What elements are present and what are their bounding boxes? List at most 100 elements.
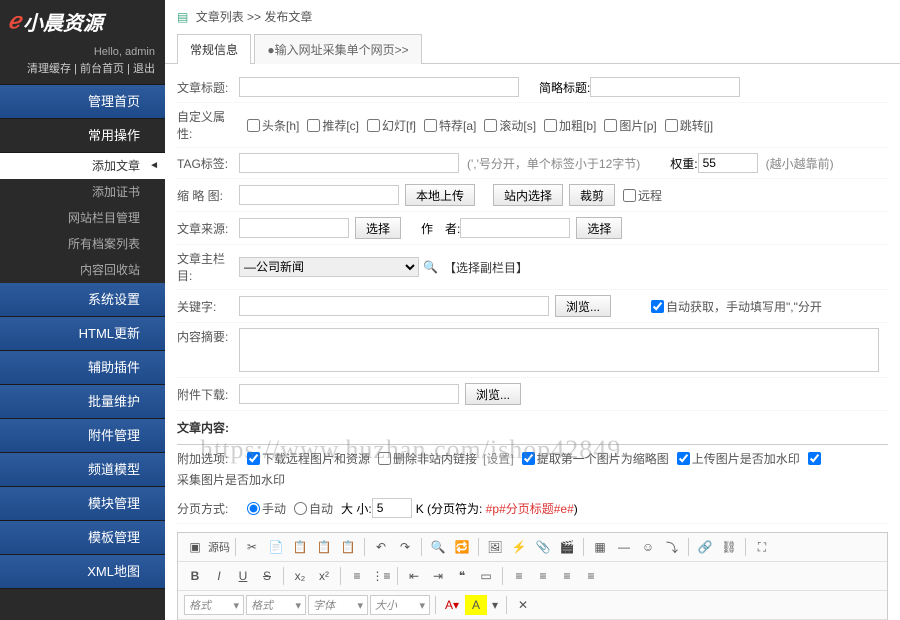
magnifier-icon[interactable]: 🔍 [423, 260, 438, 274]
chk-jump[interactable] [665, 119, 678, 132]
keywords-input[interactable] [239, 296, 549, 316]
src-icon[interactable]: ▣ [184, 537, 206, 557]
nav-plugin[interactable]: 辅助插件 [0, 351, 165, 385]
tag-input[interactable] [239, 153, 459, 173]
summary-input[interactable] [239, 328, 879, 372]
nav-system[interactable]: 系统设置 [0, 283, 165, 317]
nav-common[interactable]: 常用操作 [0, 119, 165, 153]
nav-html[interactable]: HTML更新 [0, 317, 165, 351]
cut-icon[interactable]: ✂ [241, 537, 263, 557]
chk-slide[interactable] [367, 119, 380, 132]
nav-batch[interactable]: 批量维护 [0, 385, 165, 419]
nav-home[interactable]: 管理首页 [0, 85, 165, 119]
sub-column-mgmt[interactable]: 网站栏目管理 [0, 205, 165, 231]
bgcolor-icon[interactable]: A [465, 595, 487, 615]
chk-upload-water[interactable] [677, 452, 690, 465]
removeformat-icon[interactable]: ✕ [512, 595, 534, 615]
paste-word-icon[interactable]: 📋 [337, 537, 359, 557]
tab-general[interactable]: 常规信息 [177, 34, 251, 64]
table-icon[interactable]: ▦ [589, 537, 611, 557]
bgcolor-arrow[interactable]: ▾ [489, 595, 501, 615]
find-icon[interactable]: 🔍 [427, 537, 449, 557]
link-del-set[interactable]: [设置] [483, 450, 514, 467]
attach-icon[interactable]: 📎 [532, 537, 554, 557]
chk-auto-kw[interactable] [651, 300, 664, 313]
btn-crop[interactable]: 裁剪 [569, 184, 615, 206]
source-input[interactable] [239, 218, 349, 238]
chk-bold[interactable] [544, 119, 557, 132]
redo-icon[interactable]: ↷ [394, 537, 416, 557]
ul-icon[interactable]: ⋮≡ [370, 566, 392, 586]
chk-del-link[interactable] [378, 452, 391, 465]
chk-recommend[interactable] [307, 119, 320, 132]
btn-local-upload[interactable]: 本地上传 [405, 184, 475, 206]
align-justify-icon[interactable]: ≡ [580, 566, 602, 586]
chk-special[interactable] [424, 119, 437, 132]
replace-icon[interactable]: 🔁 [451, 537, 473, 557]
bold-icon[interactable]: B [184, 566, 206, 586]
chk-pic[interactable] [604, 119, 617, 132]
src-label[interactable]: 源码 [208, 539, 230, 555]
align-right-icon[interactable]: ≡ [556, 566, 578, 586]
textcolor-icon[interactable]: A▾ [441, 595, 463, 615]
btn-browse-dl[interactable]: 浏览... [465, 383, 521, 405]
smiley-icon[interactable]: ☺ [637, 537, 659, 557]
thumb-input[interactable] [239, 185, 399, 205]
clear-cache-link[interactable]: 清理缓存 [27, 63, 71, 75]
btn-select-author[interactable]: 选择 [576, 217, 622, 239]
quote-icon[interactable]: ❝ [451, 566, 473, 586]
image-icon[interactable]: 🖼 [484, 537, 506, 557]
title-input[interactable] [239, 77, 519, 97]
paste-text-icon[interactable]: 📋 [313, 537, 335, 557]
strike-icon[interactable]: S [256, 566, 278, 586]
media-icon[interactable]: 🎬 [556, 537, 578, 557]
outdent-icon[interactable]: ⇤ [403, 566, 425, 586]
hr-icon[interactable]: — [613, 537, 635, 557]
paste-icon[interactable]: 📋 [289, 537, 311, 557]
sub-add-article[interactable]: 添加文章 [0, 153, 165, 179]
sup-icon[interactable]: x² [313, 566, 335, 586]
logout-link[interactable]: 退出 [133, 63, 155, 75]
frontend-link[interactable]: 前台首页 [80, 63, 124, 75]
ol-icon[interactable]: ≡ [346, 566, 368, 586]
unlink-icon[interactable]: ⛓ [718, 537, 740, 557]
chk-remote[interactable] [623, 189, 636, 202]
nav-attach[interactable]: 附件管理 [0, 419, 165, 453]
pagesize-input[interactable] [372, 498, 412, 518]
maincol-select[interactable]: —公司新闻 [239, 257, 419, 277]
align-center-icon[interactable]: ≡ [532, 566, 554, 586]
chk-scroll[interactable] [484, 119, 497, 132]
sub-icon[interactable]: x₂ [289, 566, 311, 586]
copy-icon[interactable]: 📄 [265, 537, 287, 557]
div-icon[interactable]: ▭ [475, 566, 497, 586]
chk-first-thumb[interactable] [522, 452, 535, 465]
align-left-icon[interactable]: ≡ [508, 566, 530, 586]
undo-icon[interactable]: ↶ [370, 537, 392, 557]
radio-auto[interactable] [294, 502, 307, 515]
italic-icon[interactable]: I [208, 566, 230, 586]
indent-icon[interactable]: ⇥ [427, 566, 449, 586]
nav-xml[interactable]: XML地图 [0, 555, 165, 589]
author-input[interactable] [460, 218, 570, 238]
btn-site-select[interactable]: 站内选择 [493, 184, 563, 206]
sub-add-cert[interactable]: 添加证书 [0, 179, 165, 205]
format-select[interactable]: 格式 [184, 595, 244, 615]
btn-select-source[interactable]: 选择 [355, 217, 401, 239]
sub-recycle[interactable]: 内容回收站 [0, 257, 165, 283]
font-select[interactable]: 字体 [308, 595, 368, 615]
maximize-icon[interactable]: ⛶ [751, 537, 773, 557]
size-select[interactable]: 大小 [370, 595, 430, 615]
chk-collect-water[interactable] [808, 452, 821, 465]
underline-icon[interactable]: U [232, 566, 254, 586]
chk-dl-remote[interactable] [247, 452, 260, 465]
pagebreak-icon[interactable]: ⤵ [661, 537, 683, 557]
tab-url-collect[interactable]: ●输入网址采集单个网页>> [254, 34, 421, 64]
nav-channel[interactable]: 频道模型 [0, 453, 165, 487]
btn-browse-kw[interactable]: 浏览... [555, 295, 611, 317]
chk-headline[interactable] [247, 119, 260, 132]
link-icon[interactable]: 🔗 [694, 537, 716, 557]
nav-module[interactable]: 模块管理 [0, 487, 165, 521]
paragraph-select[interactable]: 格式 [246, 595, 306, 615]
short-title-input[interactable] [590, 77, 740, 97]
sub-all-docs[interactable]: 所有档案列表 [0, 231, 165, 257]
